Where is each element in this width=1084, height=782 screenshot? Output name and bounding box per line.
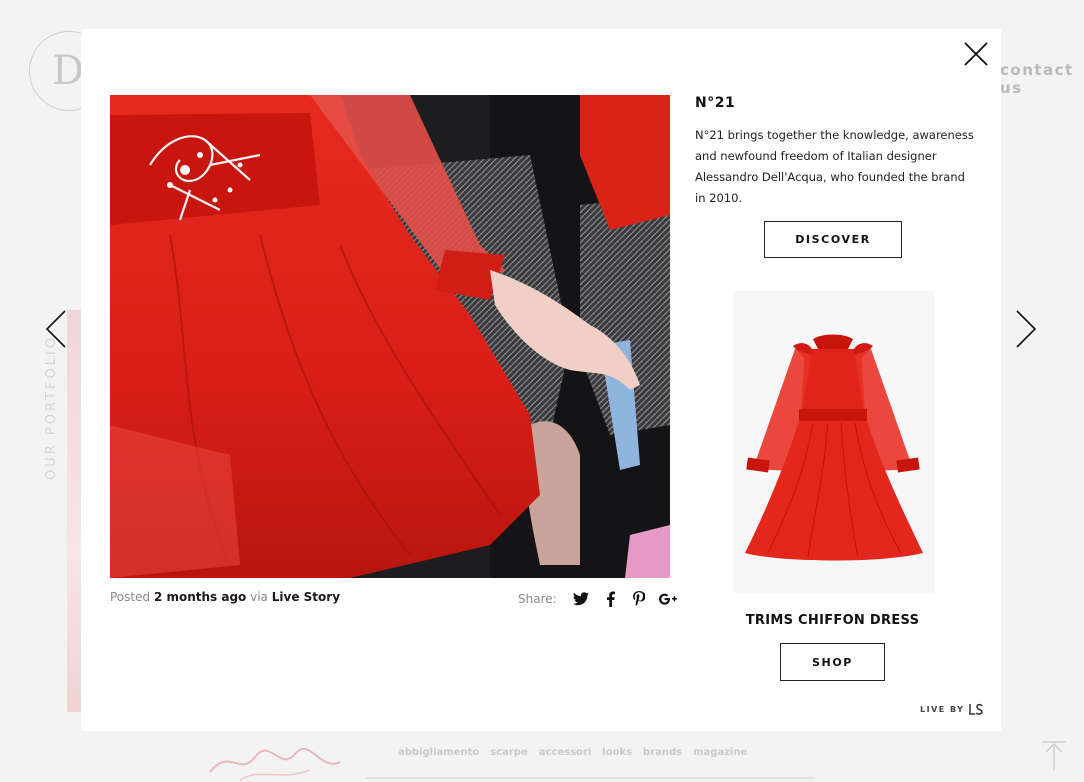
share-label: Share:: [518, 592, 557, 606]
nav-scarpe[interactable]: scarpe: [490, 747, 528, 758]
twitter-icon[interactable]: [567, 590, 596, 608]
livestory-logo-icon: [969, 703, 984, 715]
nav-magazine[interactable]: magazine: [693, 747, 747, 758]
chevron-right-icon[interactable]: [1013, 309, 1039, 349]
footer-nav: abbigliamento scarpe accessori looks bra…: [398, 747, 747, 758]
source-link[interactable]: Live Story: [272, 590, 340, 604]
background-image-strip: [67, 310, 81, 712]
footer-divider: [365, 777, 815, 779]
signature-logo: [209, 747, 341, 781]
portfolio-vertical-label: OUR PORTFOLIO: [44, 334, 59, 480]
post-meta: Posted 2 months ago via Live Story: [110, 590, 340, 604]
live-story-badge[interactable]: LIVE BY: [920, 703, 984, 715]
product-image[interactable]: [733, 291, 934, 593]
story-photo: [110, 95, 670, 578]
story-modal: Posted 2 months ago via Live Story Share…: [81, 29, 1001, 731]
nav-looks[interactable]: looks: [602, 747, 632, 758]
nav-abbigliamento[interactable]: abbigliamento: [398, 747, 479, 758]
logo-letter: D: [52, 48, 85, 94]
product-name: TRIMS CHIFFON DRESS: [745, 613, 920, 628]
live-by-label: LIVE BY: [920, 704, 965, 714]
nav-accessori[interactable]: accessori: [539, 747, 592, 758]
contact-link[interactable]: contact us: [1000, 61, 1084, 97]
brand-title: N°21: [695, 95, 736, 111]
shop-button[interactable]: SHOP: [780, 643, 885, 681]
facebook-icon[interactable]: [596, 590, 625, 608]
nav-brands[interactable]: brands: [643, 747, 682, 758]
via-label: via: [250, 590, 268, 604]
posted-prefix: Posted: [110, 590, 151, 604]
back-to-top-icon[interactable]: [1040, 740, 1068, 772]
brand-description: N°21 brings together the knowledge, awar…: [695, 128, 974, 205]
share-bar: Share:: [518, 590, 683, 608]
google-plus-icon[interactable]: [654, 590, 683, 608]
discover-button[interactable]: DISCOVER: [764, 221, 902, 258]
close-icon[interactable]: [963, 41, 989, 67]
pinterest-icon[interactable]: [625, 590, 654, 608]
posted-time: 2 months ago: [153, 590, 247, 604]
chevron-left-icon[interactable]: [43, 309, 69, 349]
